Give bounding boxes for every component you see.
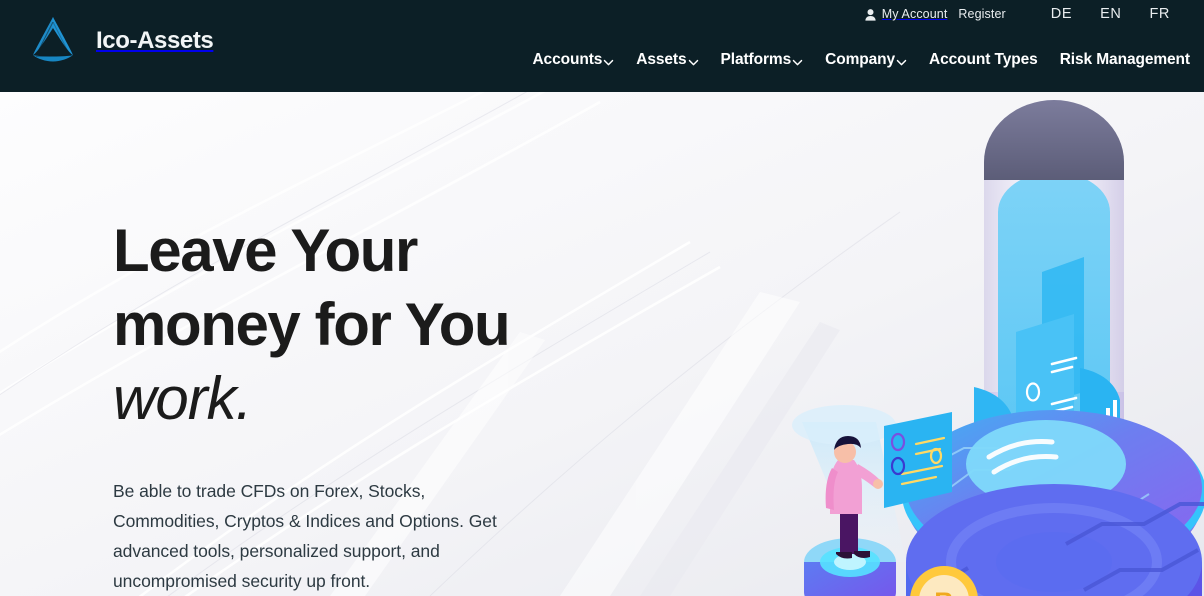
svg-text:B: B: [934, 587, 954, 596]
language-option-de[interactable]: DE: [1051, 6, 1072, 22]
utility-bar: My Account Register DE EN FR: [865, 0, 1204, 28]
person-icon: [865, 8, 876, 21]
nav-item-label: Account Types: [929, 51, 1038, 69]
nav-item-account-types[interactable]: Account Types: [929, 52, 1038, 68]
chevron-down-icon: [896, 56, 907, 67]
nav-item-accounts[interactable]: Accounts: [532, 52, 614, 68]
triangle-pinwheel-logo-icon: [24, 12, 82, 70]
my-account-label: My Account: [881, 7, 948, 21]
language-option-fr[interactable]: FR: [1149, 6, 1170, 22]
nav-item-label: Accounts: [532, 51, 603, 69]
landing-page: My Account Register DE EN FR Accounts As…: [0, 0, 1204, 596]
hero-section: Leave Your money for You work. Be able t…: [0, 92, 1204, 596]
chevron-down-icon: [792, 56, 803, 67]
nav-list: Accounts Assets Platforms Company Accoun…: [532, 52, 1190, 68]
hero-copy: Leave Your money for You work. Be able t…: [113, 214, 633, 596]
nav-item-platforms[interactable]: Platforms: [721, 52, 804, 68]
isometric-crypto-platform-illustration: B: [792, 100, 1204, 596]
brand-logo[interactable]: Ico-Assets: [24, 12, 214, 70]
language-option-en[interactable]: EN: [1100, 6, 1121, 22]
headline-line-1: Leave Your: [113, 217, 418, 284]
register-link[interactable]: Register: [958, 7, 1005, 21]
hero-illustration: B: [784, 92, 1204, 596]
nav-item-label: Company: [825, 51, 896, 69]
nav-item-label: Platforms: [720, 51, 792, 69]
nav-item-label: Assets: [636, 51, 687, 69]
hero-subcopy: Be able to trade CFDs on Forex, Stocks, …: [113, 481, 497, 591]
nav-item-label: Risk Management: [1059, 51, 1190, 69]
nav-item-assets[interactable]: Assets: [636, 52, 698, 68]
my-account-link[interactable]: My Account: [865, 7, 948, 21]
nav-item-risk-management[interactable]: Risk Management: [1060, 52, 1190, 68]
language-switcher: DE EN FR: [1051, 6, 1170, 22]
chevron-down-icon: [603, 56, 614, 67]
chevron-down-icon: [688, 56, 699, 67]
hero-headline: Leave Your money for You work.: [113, 214, 633, 436]
site-header: My Account Register DE EN FR Accounts As…: [0, 0, 1204, 92]
nav-item-company[interactable]: Company: [825, 52, 907, 68]
headline-italic-word: work.: [113, 365, 252, 432]
brand-name: Ico-Assets: [96, 27, 214, 54]
headline-line-2: money for You: [113, 291, 511, 358]
